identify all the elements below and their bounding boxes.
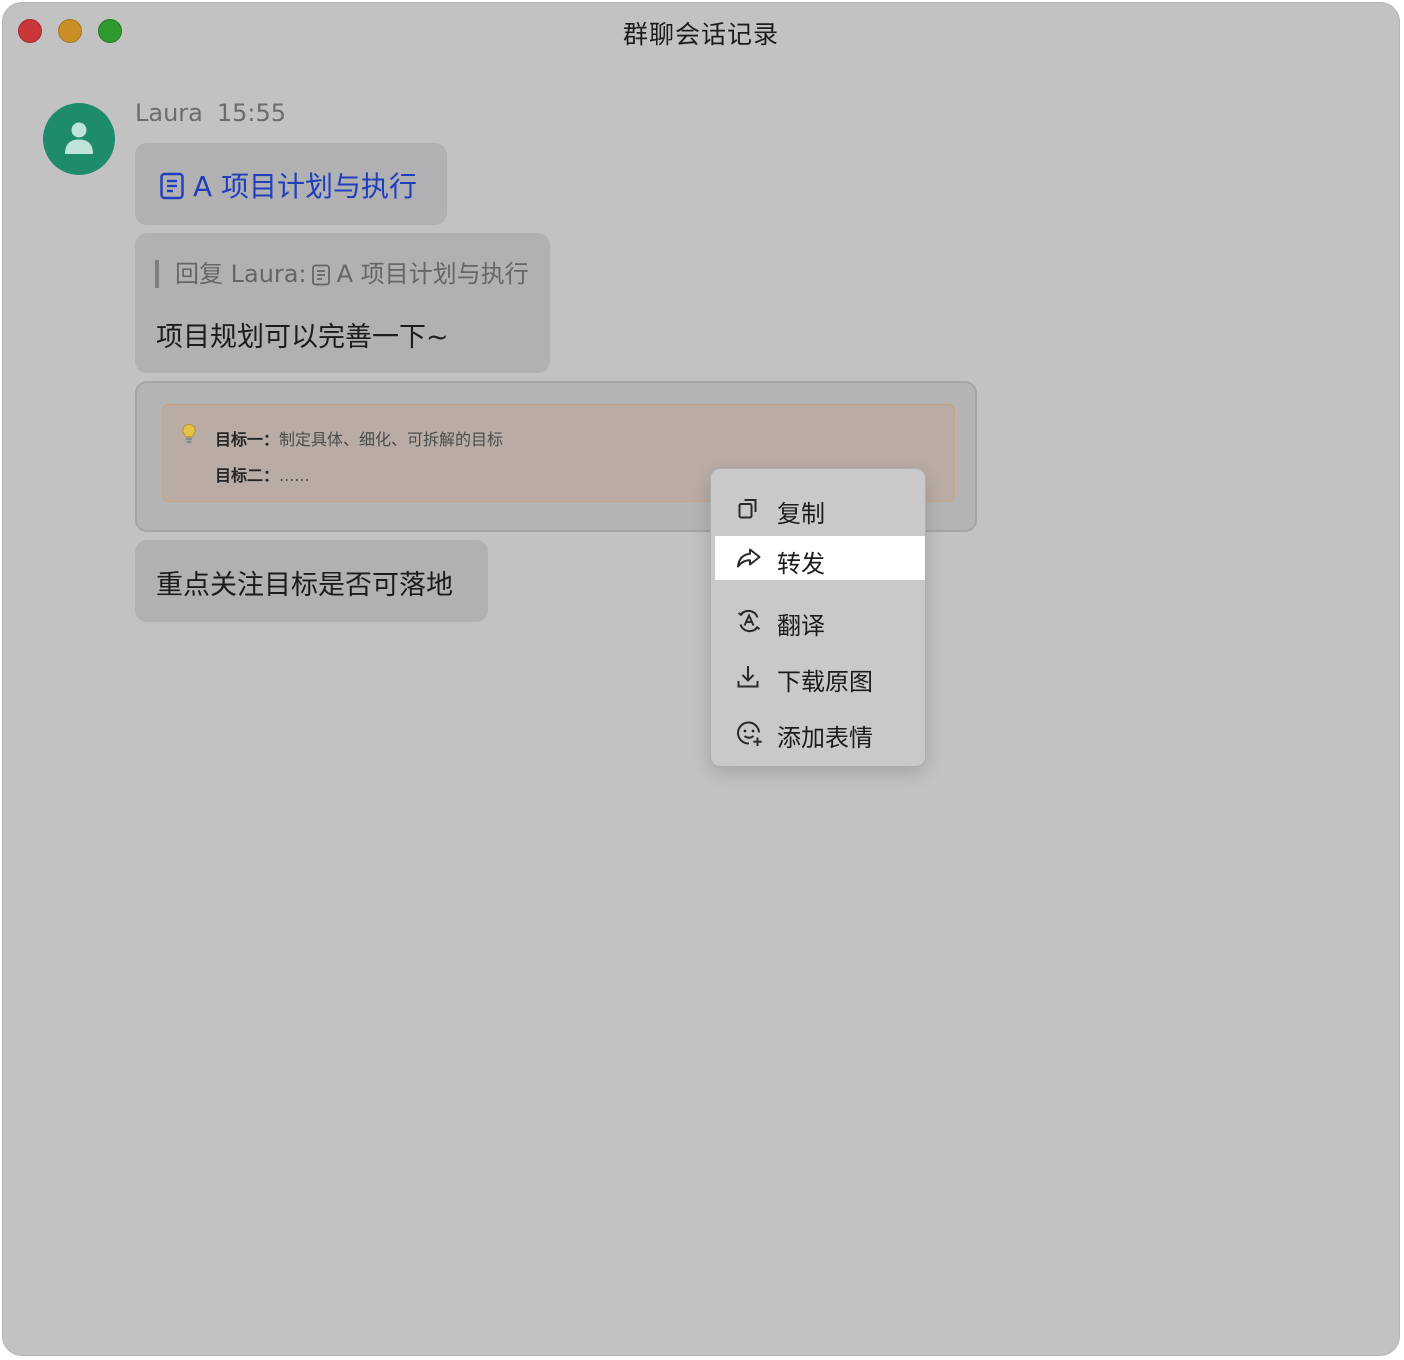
download-icon bbox=[737, 666, 759, 688]
menu-item-translate[interactable]: 翻译 bbox=[715, 598, 925, 642]
goal-one: 目标一：制定具体、细化、可拆解的目标 bbox=[215, 426, 503, 450]
doc-link-title: A 项目计划与执行 bbox=[193, 170, 418, 203]
doc-link-bubble[interactable]: A 项目计划与执行 bbox=[135, 143, 447, 225]
doc-link[interactable]: A 项目计划与执行 bbox=[159, 165, 417, 205]
document-icon bbox=[160, 172, 184, 200]
goal-one-label: 目标一： bbox=[215, 430, 280, 449]
avatar[interactable] bbox=[43, 103, 115, 175]
message-time: 15:55 bbox=[216, 99, 287, 127]
menu-item-label: 转发 bbox=[777, 550, 825, 578]
sender-name[interactable]: Laura bbox=[135, 99, 203, 127]
user-icon bbox=[65, 122, 93, 154]
menu-item-copy[interactable]: 复制 bbox=[715, 486, 925, 530]
message-header: Laura 15:55 bbox=[135, 99, 286, 127]
menu-item-label: 添加表情 bbox=[777, 724, 873, 752]
add-emoji-icon bbox=[737, 721, 762, 746]
chat-history-window: 群聊会话记录 Laura 15:55 A 项目计划与执行 回复 Laura: A… bbox=[2, 2, 1400, 1356]
text-bubble[interactable]: 重点关注目标是否可落地 bbox=[135, 540, 488, 622]
menu-item-label: 翻译 bbox=[777, 612, 825, 640]
menu-item-forward[interactable]: 转发 bbox=[715, 536, 925, 580]
forward-icon bbox=[737, 548, 761, 568]
message-context-menu: 复制 转发 翻译 下载原图 添加表情 bbox=[710, 468, 926, 767]
menu-item-add-emoji[interactable]: 添加表情 bbox=[715, 710, 925, 754]
document-icon bbox=[311, 264, 330, 286]
focus-text: 重点关注目标是否可落地 bbox=[156, 570, 453, 601]
menu-item-download-original[interactable]: 下载原图 bbox=[715, 654, 925, 698]
menu-item-label: 复制 bbox=[777, 500, 825, 528]
goal-two-label: 目标二： bbox=[215, 466, 280, 485]
quote-doc-title: A 项目计划与执行 bbox=[336, 260, 529, 288]
reply-bubble[interactable]: 回复 Laura: A 项目计划与执行 项目规划可以完善一下~ bbox=[135, 233, 550, 373]
translate-icon bbox=[737, 609, 761, 633]
menu-item-label: 下载原图 bbox=[777, 668, 873, 696]
goal-two: 目标二：...... bbox=[215, 462, 310, 486]
window-title: 群聊会话记录 bbox=[622, 20, 779, 49]
reply-quote[interactable]: 回复 Laura: A 项目计划与执行 bbox=[155, 260, 529, 288]
copy-icon bbox=[738, 499, 757, 519]
quote-prefix: 回复 Laura: bbox=[175, 260, 307, 288]
goal-two-text: ...... bbox=[279, 466, 310, 485]
goal-one-text: 制定具体、细化、可拆解的目标 bbox=[279, 430, 504, 449]
reply-text: 项目规划可以完善一下~ bbox=[156, 322, 449, 353]
lightbulb-icon bbox=[182, 423, 196, 444]
